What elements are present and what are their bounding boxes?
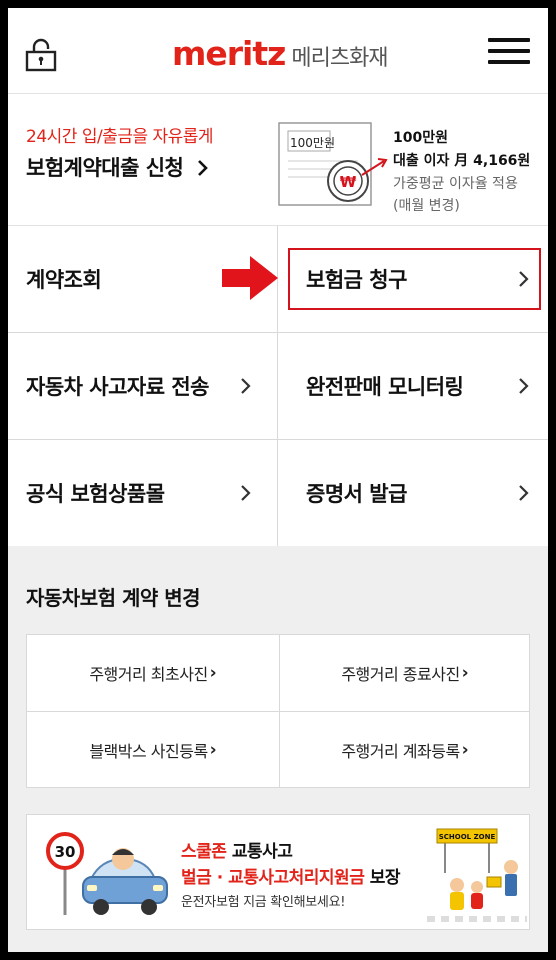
logo-korean-name: 메리츠화재 bbox=[291, 46, 388, 71]
menu-certificate-issue-label: 증명서 발급 bbox=[306, 482, 407, 506]
menu-insurance-claim-label: 보험금 청구 bbox=[306, 268, 407, 292]
loan-promo[interactable]: 24시간 입/출금을 자유롭게 보험계약대출 신청 ₩ 100만원 100만원 … bbox=[8, 95, 548, 226]
chevron-right-icon: › bbox=[461, 740, 469, 760]
chevron-right-icon bbox=[198, 160, 209, 176]
loan-rate-note: 가중평균 이자율 적용 bbox=[393, 176, 518, 192]
contract-change-section: 자동차보험 계약 변경 주행거리 최초사진 › 주행거리 종료사진 › 블랙박스… bbox=[8, 546, 548, 952]
menu-accident-data-upload-label: 자동차 사고자료 전송 bbox=[26, 375, 210, 399]
mileage-final-photo-button[interactable]: 주행거리 종료사진 › bbox=[279, 635, 531, 711]
menu-sales-monitoring[interactable]: 완전판매 모니터링 bbox=[278, 333, 548, 440]
blackbox-photo-label: 블랙박스 사진등록 bbox=[89, 742, 208, 761]
chevron-right-icon bbox=[241, 485, 251, 501]
mileage-final-photo-label: 주행거리 종료사진 bbox=[341, 665, 460, 684]
chevron-right-icon: › bbox=[461, 663, 469, 683]
menu-certificate-issue[interactable]: 증명서 발급 bbox=[278, 440, 548, 547]
logo-wordmark: meritz bbox=[172, 34, 286, 73]
menu-official-product-mall[interactable]: 공식 보험상품몰 bbox=[8, 440, 278, 547]
loan-rate-change-note: (매월 변경) bbox=[393, 198, 460, 214]
chevron-right-icon bbox=[519, 271, 529, 287]
chevron-right-icon bbox=[519, 378, 529, 394]
hamburger-menu-icon[interactable] bbox=[488, 38, 530, 68]
mileage-account-label: 주행거리 계좌등록 bbox=[341, 742, 460, 761]
loan-apply-label: 보험계약대출 신청 bbox=[26, 156, 184, 180]
chevron-right-icon: › bbox=[209, 663, 217, 683]
loan-apply-link[interactable]: 보험계약대출 신청 bbox=[26, 152, 210, 182]
mileage-first-photo-button[interactable]: 주행거리 최초사진 › bbox=[27, 635, 279, 711]
svg-text:₩: ₩ bbox=[340, 173, 357, 191]
contract-change-title: 자동차보험 계약 변경 bbox=[26, 586, 201, 610]
menu-accident-data-upload[interactable]: 자동차 사고자료 전송 bbox=[8, 333, 278, 440]
driver-car-illustration: 30 bbox=[46, 832, 168, 915]
speed-limit-sign: 30 bbox=[55, 843, 76, 861]
lock-icon[interactable] bbox=[25, 38, 57, 72]
school-zone-banner[interactable]: 30 스쿨존 교통사고 벌금 · 교통사고처리지원금 보장 운전자보험 지금 확… bbox=[26, 814, 530, 930]
contract-change-grid: 주행거리 최초사진 › 주행거리 종료사진 › 블랙박스 사진등록 › 주행거리… bbox=[26, 634, 530, 788]
banner-headline-1: 스쿨존 교통사고 bbox=[181, 842, 293, 862]
menu-official-product-mall-label: 공식 보험상품몰 bbox=[26, 482, 165, 506]
loan-amount: 100만원 bbox=[393, 130, 448, 146]
menu-insurance-claim[interactable]: 보험금 청구 bbox=[278, 226, 548, 333]
banner-headline-2: 벌금 · 교통사고처리지원금 보장 bbox=[181, 868, 401, 888]
mileage-account-button[interactable]: 주행거리 계좌등록 › bbox=[279, 712, 531, 788]
school-zone-illustration: SCHOOL ZONE bbox=[427, 828, 527, 922]
loan-interest: 대출 이자 月 4,166원 bbox=[393, 153, 531, 169]
blackbox-photo-button[interactable]: 블랙박스 사진등록 › bbox=[27, 712, 279, 788]
red-arrow-icon bbox=[222, 256, 278, 300]
header: meritz 메리츠화재 bbox=[8, 8, 548, 94]
chevron-right-icon: › bbox=[209, 740, 217, 760]
menu-sales-monitoring-label: 완전판매 모니터링 bbox=[306, 375, 464, 399]
meritz-logo[interactable]: meritz 메리츠화재 bbox=[172, 34, 389, 74]
loan-subtitle: 24시간 입/출금을 자유롭게 bbox=[26, 127, 214, 147]
app-screen: meritz 메리츠화재 24시간 입/출금을 자유롭게 보험계약대출 신청 ₩ bbox=[8, 8, 548, 952]
school-zone-sign: SCHOOL ZONE bbox=[439, 833, 496, 841]
chevron-right-icon bbox=[241, 378, 251, 394]
mileage-first-photo-label: 주행거리 최초사진 bbox=[89, 665, 208, 684]
chevron-right-icon bbox=[519, 485, 529, 501]
menu-contract-inquiry-label: 계약조회 bbox=[26, 268, 102, 292]
document-amount: 100만원 bbox=[290, 136, 335, 150]
banner-description: 운전자보험 지금 확인해보세요! bbox=[181, 895, 346, 910]
